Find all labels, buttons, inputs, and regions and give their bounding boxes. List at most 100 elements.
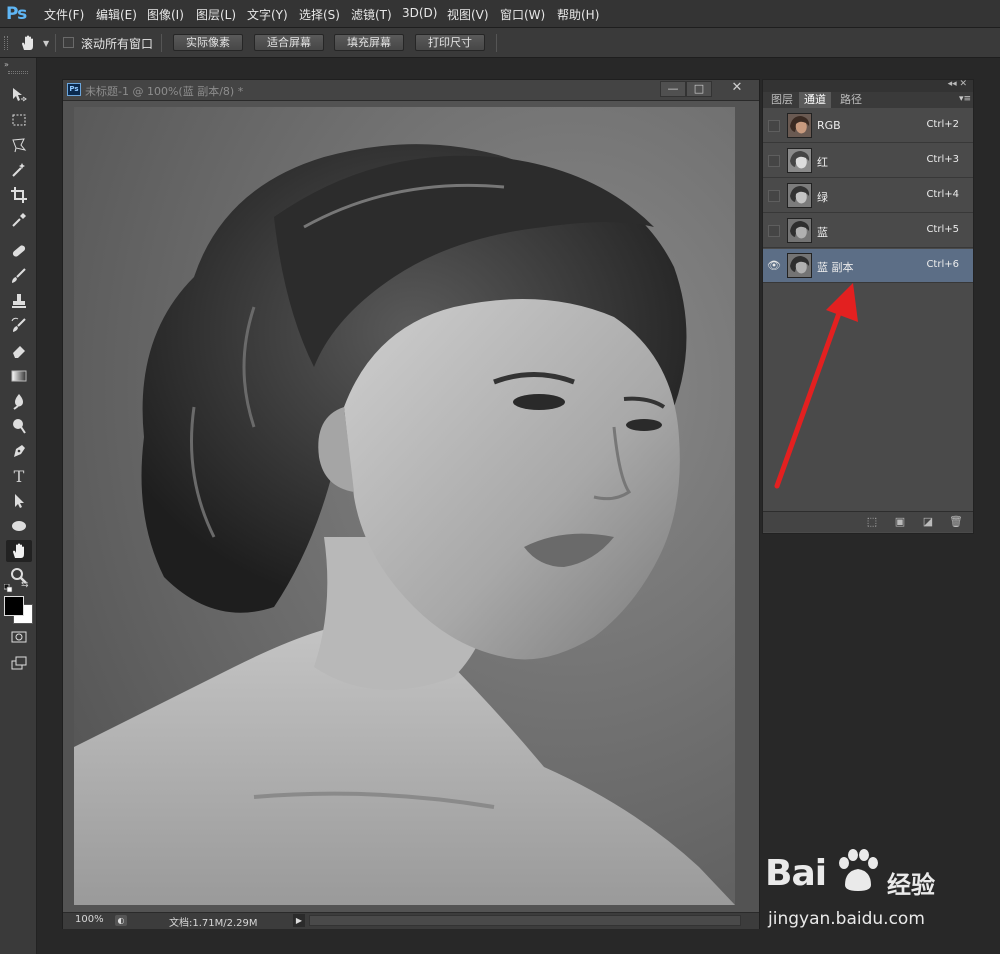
channel-row-blue[interactable]: 蓝 Ctrl+5	[763, 214, 973, 248]
menu-layer[interactable]: 图层(L)	[196, 6, 236, 23]
channel-row-blue-copy[interactable]: 👁 蓝 副本 Ctrl+6	[763, 249, 973, 283]
quick-mask-icon[interactable]	[6, 626, 32, 648]
healing-brush-tool-icon[interactable]	[6, 240, 32, 262]
options-grip-icon	[4, 36, 8, 50]
print-size-button[interactable]: 打印尺寸	[415, 34, 485, 51]
close-button[interactable]: ✕	[718, 81, 756, 97]
zoom-level[interactable]: 100%	[75, 914, 104, 925]
image-canvas[interactable]	[74, 107, 735, 905]
baidu-paw-logo-icon	[835, 849, 881, 893]
dodge-tool-icon[interactable]	[6, 415, 32, 437]
pen-tool-icon[interactable]	[6, 440, 32, 462]
foreground-color-swatch[interactable]	[4, 596, 24, 616]
channel-name: RGB	[817, 119, 841, 132]
menu-edit[interactable]: 编辑(E)	[96, 6, 137, 23]
save-selection-icon[interactable]: ▣	[893, 515, 907, 529]
eyedropper-tool-icon[interactable]	[6, 209, 32, 231]
tab-paths[interactable]: 路径	[835, 92, 867, 108]
delete-channel-icon[interactable]: 🗑	[949, 515, 963, 529]
channel-shortcut: Ctrl+3	[926, 154, 959, 165]
screen-mode-icon[interactable]	[6, 652, 32, 674]
visibility-toggle[interactable]	[768, 155, 780, 167]
menu-view[interactable]: 视图(V)	[447, 6, 489, 23]
channels-panel: ◂◂ ✕ 图层 通道 路径 ▾≡ RGB Ctrl+2 红 Ctrl+3 绿 C…	[762, 79, 974, 534]
channel-shortcut: Ctrl+4	[926, 189, 959, 200]
new-channel-icon[interactable]: ◪	[921, 515, 935, 529]
document-status-bar: 100% ◐ 文档:1.71M/2.29M ▶	[63, 912, 759, 929]
path-selection-tool-icon[interactable]	[6, 490, 32, 512]
fill-screen-button[interactable]: 填充屏幕	[334, 34, 404, 51]
eye-icon[interactable]: 👁	[767, 259, 781, 273]
crop-tool-icon[interactable]	[6, 184, 32, 206]
channel-thumbnail-blue-copy	[787, 253, 812, 278]
visibility-toggle[interactable]	[768, 225, 780, 237]
brush-tool-icon[interactable]	[6, 265, 32, 287]
document-title: 未标题-1 @ 100%(蓝 副本/8) *	[85, 85, 244, 98]
document-titlebar[interactable]: Ps 未标题-1 @ 100%(蓝 副本/8) * — □ ✕	[63, 80, 759, 101]
scroll-all-windows-checkbox[interactable]	[63, 37, 74, 48]
channel-row-red[interactable]: 红 Ctrl+3	[763, 144, 973, 178]
channel-shortcut: Ctrl+5	[926, 224, 959, 235]
menu-select[interactable]: 选择(S)	[299, 6, 340, 23]
portrait-photo	[74, 107, 735, 905]
options-bar: ▼ 滚动所有窗口 实际像素 适合屏幕 填充屏幕 打印尺寸	[0, 28, 1000, 58]
hand-tool-icon[interactable]	[6, 540, 32, 562]
channel-name: 蓝 副本	[817, 261, 854, 274]
eraser-tool-icon[interactable]	[6, 340, 32, 362]
visibility-toggle[interactable]	[768, 190, 780, 202]
clone-stamp-tool-icon[interactable]	[6, 290, 32, 312]
menu-filter[interactable]: 滤镜(T)	[351, 6, 392, 23]
blur-tool-icon[interactable]	[6, 390, 32, 412]
lasso-tool-icon[interactable]	[6, 134, 32, 156]
photoshop-logo-icon: Ps	[6, 4, 27, 24]
default-colors-icon[interactable]	[3, 582, 14, 593]
channel-row-rgb[interactable]: RGB Ctrl+2	[763, 109, 973, 143]
scroll-all-windows-label: 滚动所有窗口	[81, 37, 154, 51]
channel-shortcut: Ctrl+6	[926, 259, 959, 270]
panel-header: ◂◂ ✕	[763, 79, 973, 92]
menu-help[interactable]: 帮助(H)	[557, 6, 599, 23]
swap-colors-icon[interactable]: ⇆	[21, 580, 29, 590]
channel-name: 蓝	[817, 226, 828, 239]
ellipse-tool-icon[interactable]	[6, 515, 32, 537]
panel-tabs: 图层 通道 路径 ▾≡	[763, 92, 973, 108]
channel-thumbnail-rgb	[787, 113, 812, 138]
tab-layers[interactable]: 图层	[766, 92, 798, 108]
collapse-toolbar-icon[interactable]: »	[4, 60, 9, 69]
magic-wand-tool-icon[interactable]	[6, 159, 32, 181]
hand-tool-preset-icon[interactable]	[18, 33, 38, 53]
menu-type[interactable]: 文字(Y)	[247, 6, 288, 23]
status-menu-icon[interactable]: ◐	[115, 915, 127, 926]
menu-image[interactable]: 图像(I)	[147, 6, 184, 23]
status-expand-arrow-icon[interactable]: ▶	[293, 914, 305, 927]
menu-window[interactable]: 窗口(W)	[500, 6, 545, 23]
fit-screen-button[interactable]: 适合屏幕	[254, 34, 324, 51]
move-tool-icon[interactable]	[6, 84, 32, 106]
document-size: 文档:1.71M/2.29M	[169, 918, 258, 929]
channel-thumbnail-blue	[787, 218, 812, 243]
menu-3d[interactable]: 3D(D)	[402, 6, 437, 20]
channel-name: 红	[817, 156, 828, 169]
visibility-toggle[interactable]	[768, 120, 780, 132]
load-selection-icon[interactable]: ⬚	[865, 515, 879, 529]
gradient-tool-icon[interactable]	[6, 365, 32, 387]
toolbar-grip-icon	[8, 71, 28, 74]
channel-name: 绿	[817, 191, 828, 204]
panel-menu-icon[interactable]: ▾≡	[959, 94, 971, 104]
tab-channels[interactable]: 通道	[799, 92, 831, 108]
menu-file[interactable]: 文件(F)	[44, 6, 84, 23]
document-window: Ps 未标题-1 @ 100%(蓝 副本/8) * — □ ✕ 100% ◐ 文…	[62, 79, 760, 929]
horizontal-scrollbar[interactable]	[309, 915, 741, 926]
channel-row-green[interactable]: 绿 Ctrl+4	[763, 179, 973, 213]
minimize-button[interactable]: —	[660, 81, 686, 97]
preset-dropdown-chevron-down-icon[interactable]: ▼	[43, 39, 49, 48]
panel-collapse-icon[interactable]: ◂◂ ✕	[948, 79, 967, 89]
history-brush-tool-icon[interactable]	[6, 315, 32, 337]
watermark-brand-cn: 经验	[887, 871, 935, 899]
type-tool-icon[interactable]: T	[6, 465, 32, 487]
channel-thumbnail-green	[787, 183, 812, 208]
maximize-button[interactable]: □	[686, 81, 712, 97]
actual-pixels-button[interactable]: 实际像素	[173, 34, 243, 51]
marquee-tool-icon[interactable]	[6, 109, 32, 131]
ps-document-icon: Ps	[67, 83, 81, 96]
